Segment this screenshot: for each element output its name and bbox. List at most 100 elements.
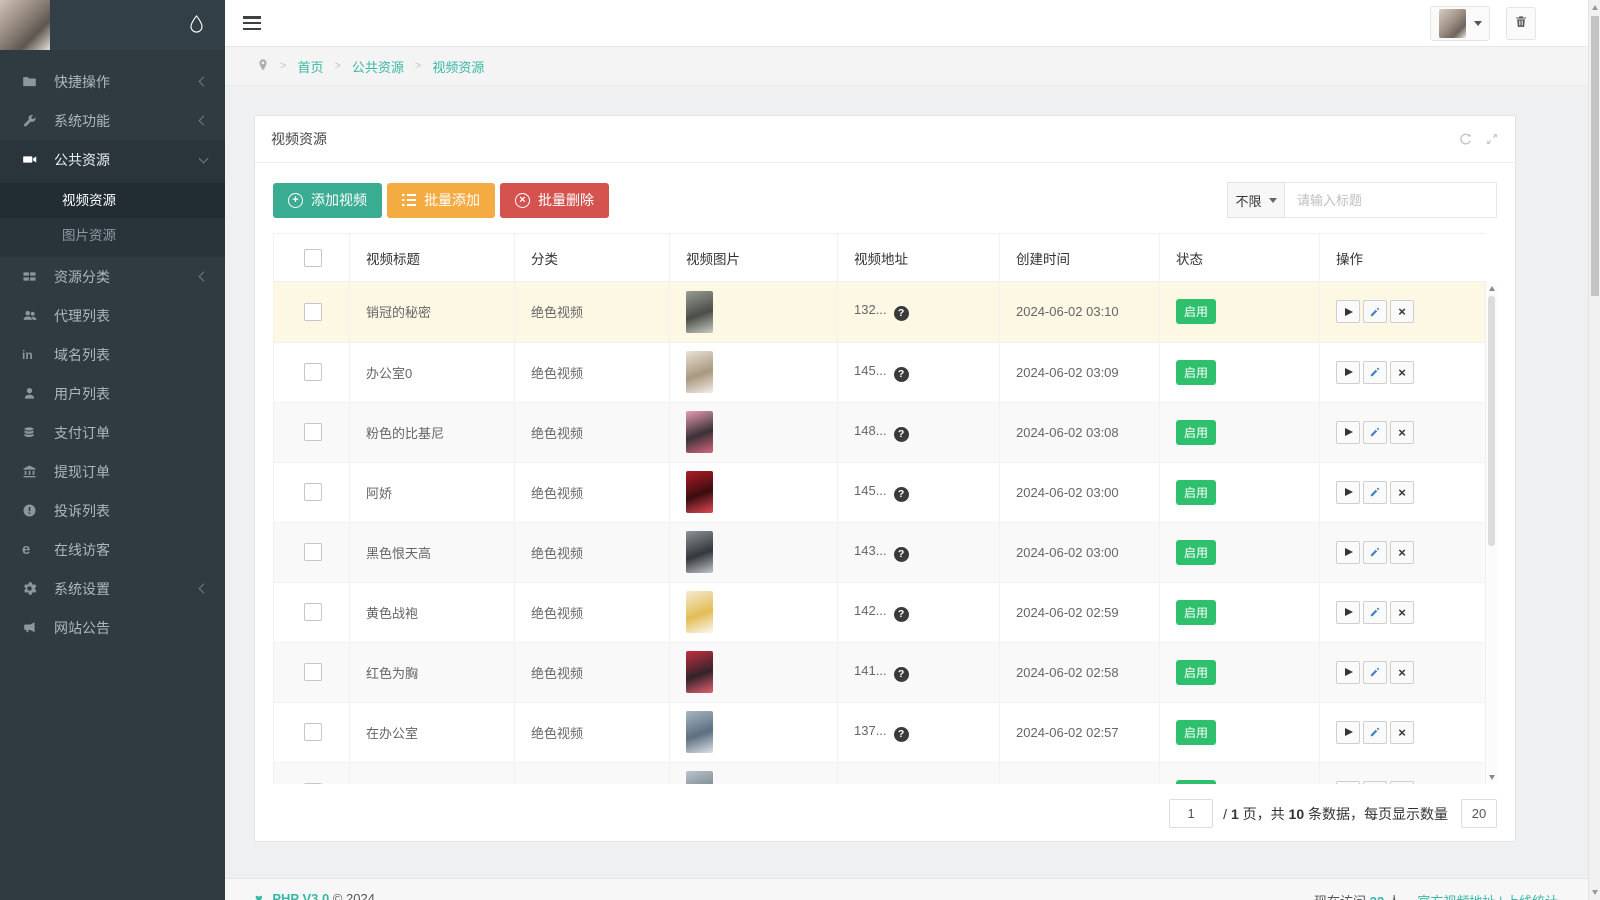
breadcrumb-video-resources[interactable]: 视频资源	[432, 57, 484, 76]
table-scrollbar[interactable]	[1485, 282, 1497, 784]
delete-button[interactable]: ×	[1390, 540, 1414, 564]
sidebar-subitem[interactable]: 视频资源	[0, 183, 225, 218]
row-checkbox[interactable]	[304, 783, 322, 784]
batch-delete-button[interactable]: × 批量删除	[500, 182, 609, 218]
sidebar-item-user-list[interactable]: 用户列表	[0, 374, 225, 413]
edit-button[interactable]	[1363, 600, 1387, 624]
row-checkbox[interactable]	[304, 423, 322, 441]
per-page-input[interactable]	[1461, 799, 1497, 828]
play-button[interactable]	[1336, 660, 1360, 684]
scroll-down-arrow-icon[interactable]	[1488, 775, 1495, 780]
delete-button[interactable]: ×	[1390, 660, 1414, 684]
play-button[interactable]	[1336, 360, 1360, 384]
footer-link[interactable]: 官方视频地址 | 上线统计	[1417, 894, 1558, 900]
logo-image[interactable]	[0, 0, 50, 50]
question-circle-icon[interactable]: ?	[893, 606, 909, 622]
video-title: 红色为胸	[366, 665, 419, 681]
edit-button[interactable]	[1363, 660, 1387, 684]
column-image: 视频图片	[669, 233, 838, 282]
refresh-icon[interactable]	[1458, 132, 1473, 147]
column-title: 视频标题	[349, 233, 515, 282]
delete-button[interactable]: ×	[1390, 420, 1414, 444]
sidebar-item-system-functions[interactable]: 系统功能	[0, 101, 225, 140]
sidebar-item-agent-list[interactable]: 代理列表	[0, 296, 225, 335]
title-search-input[interactable]	[1285, 182, 1497, 218]
sidebar-item-complaint-list[interactable]: 投诉列表	[0, 491, 225, 530]
delete-button[interactable]: ×	[1390, 480, 1414, 504]
edit-button[interactable]	[1363, 300, 1387, 324]
edit-button[interactable]	[1363, 780, 1387, 784]
pencil-icon	[1370, 307, 1380, 316]
delete-button[interactable]: ×	[1390, 600, 1414, 624]
announce-icon	[22, 620, 44, 635]
sidebar-item-domain-list[interactable]: in 域名列表	[0, 335, 225, 374]
scrollbar-thumb[interactable]	[1590, 16, 1599, 296]
row-checkbox[interactable]	[304, 302, 322, 321]
batch-add-button[interactable]: 批量添加	[387, 182, 495, 218]
sidebar-item-site-announcements[interactable]: 网站公告	[0, 608, 225, 647]
row-checkbox[interactable]	[304, 483, 322, 501]
chevron-left-icon	[198, 271, 209, 282]
page-number-input[interactable]	[1169, 799, 1214, 828]
scroll-up-arrow-icon[interactable]	[1591, 5, 1598, 10]
edit-button[interactable]	[1363, 360, 1387, 384]
play-button[interactable]	[1336, 540, 1360, 564]
table-row: 黑色恨天高 绝色视频 143...? 2024-06-02 03:00 启用 ×	[273, 522, 1486, 583]
delete-button[interactable]: ×	[1390, 300, 1414, 324]
question-circle-icon[interactable]: ?	[893, 306, 909, 322]
video-address: 148...	[854, 422, 887, 438]
breadcrumb-home[interactable]: 首页	[297, 57, 323, 76]
edit-button[interactable]	[1363, 540, 1387, 564]
category-filter-dropdown[interactable]: 不限	[1227, 182, 1285, 218]
play-button[interactable]	[1336, 600, 1360, 624]
sidebar-subitem[interactable]: 图片资源	[0, 218, 225, 253]
play-button[interactable]	[1336, 300, 1360, 324]
question-circle-icon[interactable]: ?	[893, 366, 909, 382]
scrollbar-thumb[interactable]	[1488, 296, 1495, 546]
question-circle-icon[interactable]: ?	[893, 546, 909, 562]
expand-icon[interactable]	[1485, 132, 1499, 147]
table-row: 黄色战袍 绝色视频 142...? 2024-06-02 02:59 启用 ×	[273, 582, 1486, 643]
row-checkbox[interactable]	[304, 663, 322, 681]
add-video-button[interactable]: + 添加视频	[273, 182, 382, 218]
sidebar-item-withdrawal-orders[interactable]: 提现订单	[0, 452, 225, 491]
question-circle-icon[interactable]: ?	[893, 486, 909, 502]
user-avatar-dropdown[interactable]	[1430, 6, 1490, 41]
play-button[interactable]	[1336, 780, 1360, 784]
sidebar: 快捷操作 系统功能 公共资源视频资源 图片资源资源分类 代理列表 in 域名列表 用户列表 支付…	[0, 0, 225, 900]
breadcrumb-public-resources[interactable]: 公共资源	[352, 57, 404, 76]
scroll-up-arrow-icon[interactable]	[1488, 286, 1495, 291]
edit-button[interactable]	[1363, 480, 1387, 504]
folder-icon	[22, 74, 44, 89]
scroll-down-arrow-icon[interactable]	[1591, 890, 1598, 895]
sidebar-item-online-visitors[interactable]: e 在线访客	[0, 530, 225, 569]
question-circle-icon[interactable]: ?	[893, 726, 909, 742]
row-checkbox[interactable]	[304, 723, 322, 741]
play-button[interactable]	[1336, 720, 1360, 744]
delete-button[interactable]: ×	[1390, 780, 1414, 784]
row-checkbox[interactable]	[304, 363, 322, 381]
edit-button[interactable]	[1363, 420, 1387, 444]
question-circle-icon[interactable]: ?	[893, 426, 909, 442]
visitor-icon: e	[22, 541, 31, 558]
page-scrollbar[interactable]	[1588, 0, 1600, 900]
play-icon	[1345, 548, 1353, 556]
sidebar-item-system-settings[interactable]: 系统设置	[0, 569, 225, 608]
sidebar-item-quick-actions[interactable]: 快捷操作	[0, 62, 225, 101]
sidebar-item-resource-categories[interactable]: 资源分类	[0, 257, 225, 296]
play-button[interactable]	[1336, 480, 1360, 504]
sidebar-item-public-resources[interactable]: 公共资源	[0, 140, 225, 179]
hamburger-menu-icon[interactable]	[243, 16, 261, 30]
select-all-checkbox[interactable]	[304, 248, 322, 267]
play-button[interactable]	[1336, 420, 1360, 444]
question-circle-icon[interactable]: ?	[893, 666, 909, 682]
logout-trash-button[interactable]	[1506, 7, 1536, 40]
row-checkbox[interactable]	[304, 603, 322, 621]
sidebar-item-payment-orders[interactable]: 支付订单	[0, 413, 225, 452]
pencil-icon	[1370, 367, 1380, 377]
row-checkbox[interactable]	[304, 543, 322, 561]
edit-button[interactable]	[1363, 720, 1387, 744]
delete-button[interactable]: ×	[1390, 360, 1414, 384]
delete-button[interactable]: ×	[1390, 720, 1414, 744]
caret-down-icon	[1268, 197, 1277, 203]
